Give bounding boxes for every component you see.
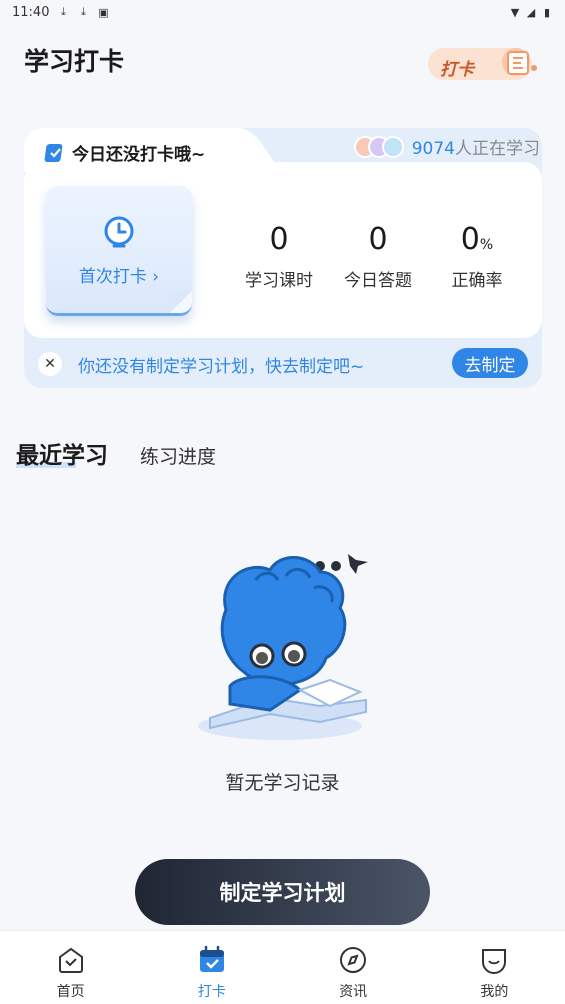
nav-home[interactable]: 首页 (0, 931, 141, 1004)
nav-checkin[interactable]: 打卡 (141, 931, 282, 1004)
make-study-plan-button[interactable]: 制定学习计划 (135, 859, 430, 925)
home-icon (58, 947, 83, 973)
stat-label: 正确率 (451, 271, 503, 291)
page-title: 学习打卡 (24, 47, 125, 76)
calendar-check-icon (199, 945, 224, 972)
plan-reminder-text: 你还没有制定学习计划，快去制定吧~ (78, 356, 365, 377)
page-fold (170, 291, 192, 313)
checkin-status: 今日还没打卡哦~ (44, 140, 205, 165)
nav-label: 资讯 (339, 984, 368, 1000)
first-checkin-label: 首次打卡 › (78, 267, 160, 287)
status-time: 11:40 (12, 4, 50, 20)
first-checkin-button[interactable]: 首次打卡 › (46, 186, 192, 316)
app-notification-icon: ▣ (98, 5, 109, 19)
tab-recent-study[interactable]: 最近学习 (16, 436, 108, 470)
checkin-card: 今日还没打卡哦~ 9074人正在学习 首次打卡 › 0 学习课时 0 今日答题 … (24, 128, 542, 388)
checkin-badge-label: 打卡 (440, 60, 474, 80)
nav-label: 打卡 (197, 984, 226, 1000)
checkbook-icon (44, 143, 63, 162)
stat-value: 0% (460, 222, 494, 257)
wifi-icon: ▼ (510, 5, 520, 19)
nav-mine[interactable]: 我的 (424, 931, 565, 1004)
download-icon: ⤓ (81, 5, 86, 18)
plan-reminder: ✕ 你还没有制定学习计划，快去制定吧~ 去制定 (38, 348, 528, 380)
stat-label: 今日答题 (344, 271, 412, 291)
empty-state-text: 暂无学习记录 (225, 772, 340, 794)
stat-accuracy: 0% 正确率 (427, 220, 527, 291)
learning-count: 9074人正在学习 (353, 134, 540, 159)
clock-icon (104, 216, 134, 248)
section-tabs: 最近学习 练习进度 (16, 436, 216, 470)
avatar (381, 135, 404, 158)
stat-study-hours: 0 学习课时 (229, 220, 329, 291)
stat-label: 学习课时 (245, 271, 313, 291)
close-icon[interactable]: ✕ (38, 352, 62, 376)
avatar-group (353, 135, 404, 158)
nav-news[interactable]: 资讯 (283, 931, 424, 1004)
empty-state-illustration (198, 554, 368, 740)
tab-practice-progress[interactable]: 练习进度 (140, 442, 216, 469)
battery-icon: ▮ (543, 5, 551, 19)
nav-label: 我的 (480, 984, 509, 1000)
signal-icon: ◢ (526, 5, 536, 19)
profile-icon (482, 949, 507, 974)
download-icon: ⤓ (61, 5, 66, 18)
checkin-badge[interactable]: 打卡 (428, 44, 540, 84)
bottom-nav: 首页 打卡 资讯 我的 (0, 930, 565, 1004)
status-bar: 11:40 ⤓ ⤓ ▣ ▼ ◢ ▮ (0, 0, 565, 24)
learning-number: 9074 (411, 139, 455, 159)
learning-suffix: 人正在学习 (455, 139, 540, 159)
compass-icon (340, 947, 367, 973)
make-plan-button[interactable]: 去制定 (452, 348, 528, 378)
stat-value: 0 (368, 222, 388, 257)
stat-today-answers: 0 今日答题 (328, 220, 428, 291)
checkin-status-text: 今日还没打卡哦~ (72, 145, 206, 165)
stat-value: 0 (269, 222, 289, 257)
nav-label: 首页 (56, 984, 85, 1000)
